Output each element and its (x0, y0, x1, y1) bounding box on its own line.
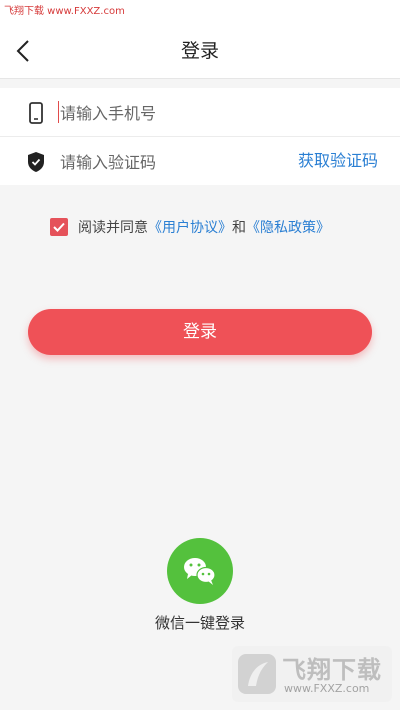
fxxz-logo-icon (238, 654, 276, 694)
watermark-name: 飞翔下载 (282, 656, 382, 684)
get-code-button[interactable]: 获取验证码 (298, 137, 378, 185)
user-agreement-link[interactable]: 《用户协议》 (148, 217, 232, 237)
agreement-prefix: 阅读并同意 (78, 220, 148, 236)
app-header: 登录 (0, 24, 400, 79)
wechat-icon (184, 558, 216, 585)
agreement-and: 和 (232, 220, 246, 236)
login-button[interactable]: 登录 (28, 309, 372, 355)
page-title: 登录 (180, 40, 219, 62)
watermark-logo: 飞翔下载 www.FXXZ.com (232, 646, 392, 702)
wechat-login-label: 微信一键登录 (154, 614, 245, 632)
privacy-policy-link[interactable]: 《隐私政策》 (246, 217, 330, 237)
code-input[interactable] (58, 145, 282, 179)
agreement-row: 阅读并同意 《用户协议》 和 《隐私政策》 (50, 216, 330, 238)
phone-icon (29, 102, 43, 124)
code-row: 获取验证码 (0, 136, 400, 185)
wechat-login-button[interactable] (167, 538, 233, 604)
watermark-url: www.FXXZ.com (284, 682, 370, 695)
phone-input[interactable] (58, 96, 282, 130)
login-form: 获取验证码 (0, 88, 400, 185)
watermark-top-text: 飞翔下载 www.FXXZ.com (0, 0, 400, 24)
agreement-checkbox[interactable] (50, 218, 68, 236)
shield-icon (28, 152, 44, 172)
phone-row (0, 88, 400, 136)
checkmark-icon (53, 222, 65, 232)
